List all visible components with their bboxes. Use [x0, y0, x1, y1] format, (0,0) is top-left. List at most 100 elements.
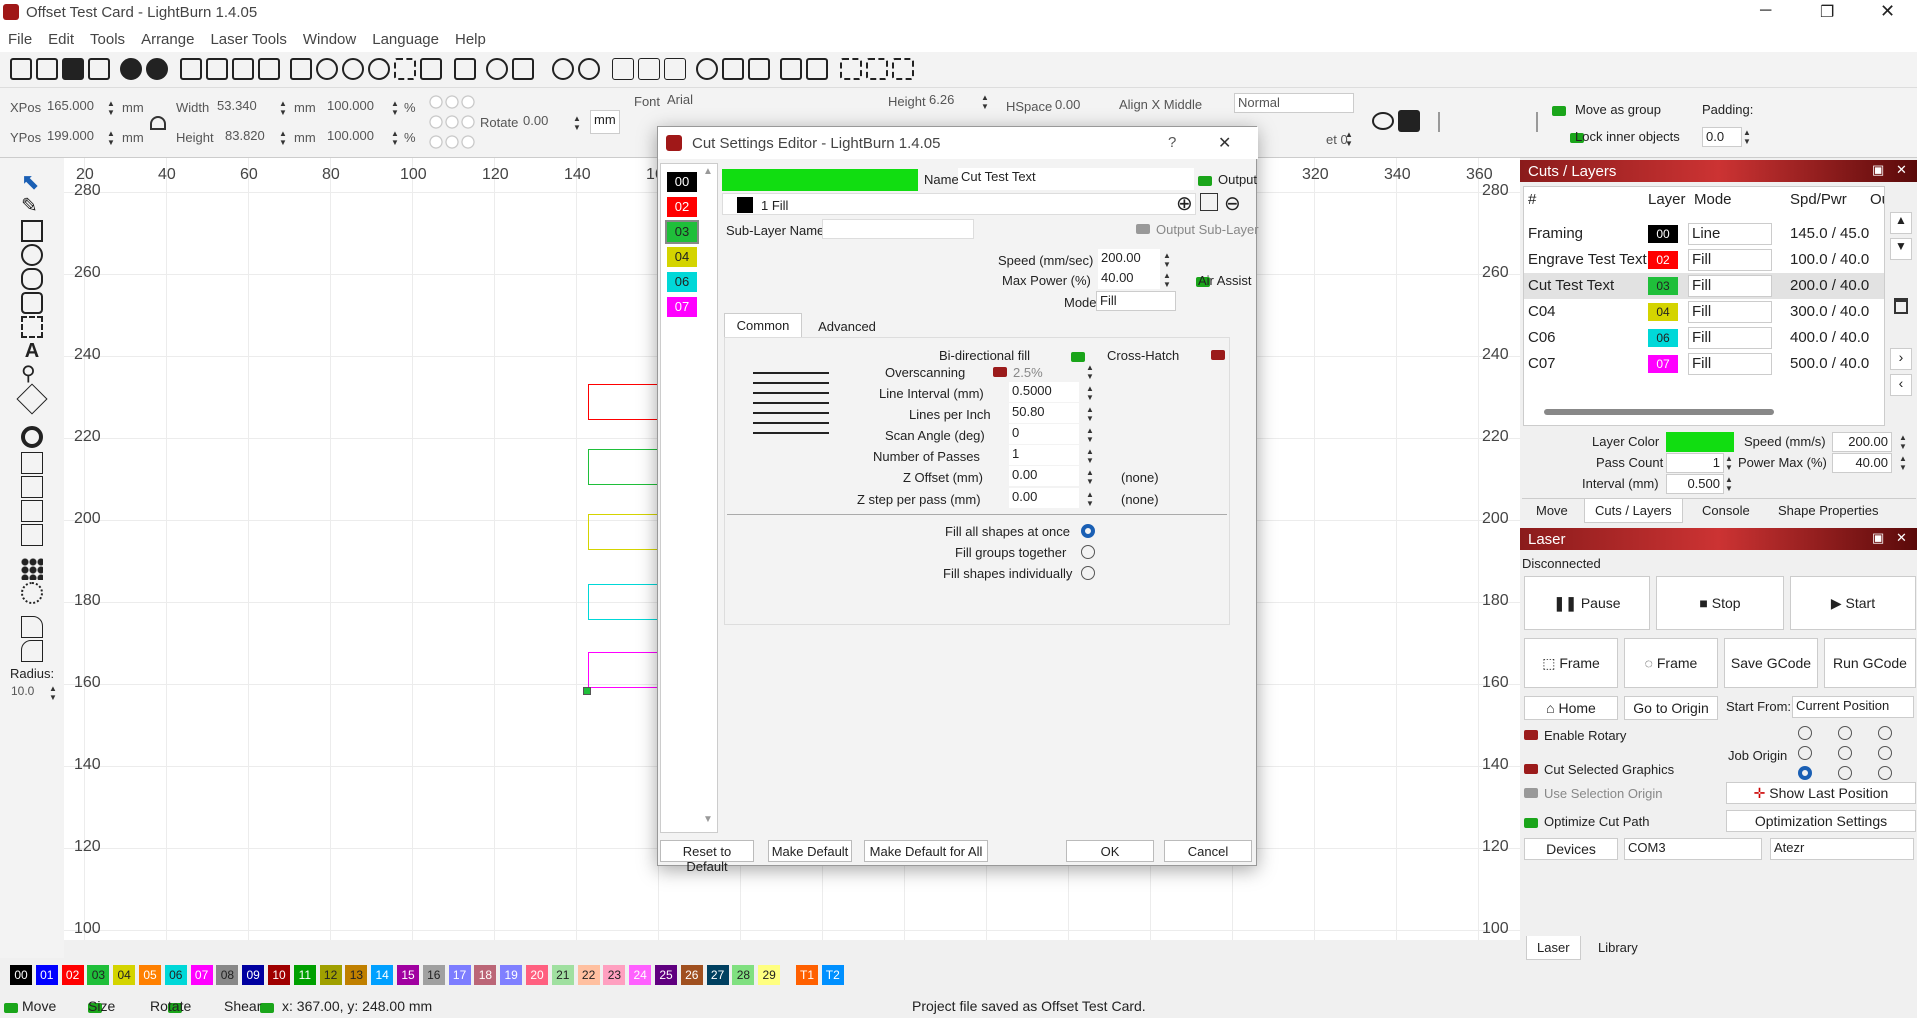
- circular-array-icon[interactable]: [21, 582, 43, 604]
- font-select[interactable]: Arial: [664, 91, 884, 108]
- minimize-button[interactable]: ─: [1760, 2, 1771, 20]
- radius-spinner[interactable]: ▲ ▼: [48, 684, 58, 702]
- z-step-spinner[interactable]: ▲ ▼: [1085, 490, 1095, 508]
- menu-tools[interactable]: Tools: [82, 26, 133, 48]
- job-origin-bc[interactable]: [1838, 766, 1852, 780]
- dialog-layer-02[interactable]: 02: [667, 197, 697, 217]
- output-toggle[interactable]: [1198, 176, 1212, 186]
- palette-chip-07[interactable]: 07: [190, 965, 213, 985]
- save-gcode-button[interactable]: Save GCode: [1724, 638, 1818, 688]
- palette-chip-27[interactable]: 27: [706, 965, 729, 985]
- laser-close-icon[interactable]: ✕: [1896, 530, 1907, 546]
- palette-chip-22[interactable]: 22: [577, 965, 600, 985]
- palette-chip-25[interactable]: 25: [655, 965, 677, 985]
- palette-chip-28[interactable]: 28: [732, 965, 755, 985]
- ungroup-icon[interactable]: [578, 58, 600, 80]
- palette-chip-29[interactable]: 29: [758, 965, 781, 985]
- palette-chip-08[interactable]: 08: [216, 965, 239, 985]
- add-sublayer-icon[interactable]: ⊕: [1176, 191, 1193, 216]
- tools-icon[interactable]: [512, 58, 534, 80]
- boolean-subtract-icon[interactable]: [21, 500, 43, 522]
- align-top-icon[interactable]: [780, 58, 802, 80]
- job-origin-tl[interactable]: [1798, 726, 1812, 740]
- font-style-select[interactable]: Normal: [1234, 93, 1354, 113]
- palette-chip-12[interactable]: 12: [319, 965, 342, 985]
- text-tool-icon[interactable]: A: [21, 340, 43, 362]
- align-tools-icons[interactable]: [1438, 112, 1538, 132]
- delete-icon[interactable]: [258, 58, 280, 80]
- zoom-in-icon[interactable]: [316, 58, 338, 80]
- palette-chip-24[interactable]: 24: [629, 965, 652, 985]
- boolean-union-icon[interactable]: [21, 476, 43, 498]
- scan-angle-spinner[interactable]: ▲ ▼: [1085, 426, 1095, 444]
- make-default-all-button[interactable]: Make Default for All: [864, 840, 988, 862]
- zoom-out-icon[interactable]: [342, 58, 364, 80]
- dialog-layer-06[interactable]: 06: [667, 272, 697, 292]
- move-as-group-toggle[interactable]: [1552, 106, 1566, 116]
- ypos-field[interactable]: 199.000: [44, 127, 100, 144]
- pass-count-field[interactable]: 1: [1666, 453, 1724, 473]
- copy-icon[interactable]: [206, 58, 228, 80]
- cut-row-mode[interactable]: Fill: [1688, 249, 1772, 271]
- maximize-button[interactable]: ❐: [1820, 2, 1834, 22]
- remove-sublayer-icon[interactable]: ⊖: [1224, 191, 1241, 216]
- close-window-button[interactable]: ✕: [1880, 1, 1895, 22]
- palette-chip-23[interactable]: 23: [603, 965, 626, 985]
- menu-edit[interactable]: Edit: [40, 26, 82, 48]
- bidirectional-toggle[interactable]: [1071, 352, 1085, 362]
- expand-right-icon[interactable]: ›: [1890, 348, 1912, 370]
- distribute-h-icon[interactable]: [840, 58, 862, 80]
- power-max-spinner[interactable]: ▲ ▼: [1898, 454, 1908, 472]
- sublayer-name-field[interactable]: [822, 219, 974, 239]
- cut-row[interactable]: C07 07 Fill 500.0 / 40.0: [1524, 351, 1884, 377]
- width-field[interactable]: 53.340: [214, 97, 270, 114]
- z-offset-field[interactable]: 0.00: [1009, 466, 1079, 486]
- width-percent-field[interactable]: 100.000: [324, 97, 388, 114]
- new-file-icon[interactable]: [10, 58, 32, 80]
- devices-button[interactable]: Devices: [1524, 838, 1618, 860]
- overscan-toggle[interactable]: [993, 367, 1007, 377]
- run-gcode-button[interactable]: Run GCode: [1824, 638, 1916, 688]
- trash-icon[interactable]: [1894, 298, 1908, 314]
- dialog-layer-04[interactable]: 04: [667, 247, 697, 267]
- line-interval-field[interactable]: 0.5000: [1009, 382, 1079, 402]
- mode-select[interactable]: Fill: [1096, 291, 1176, 311]
- cut-row[interactable]: C06 06 Fill 400.0 / 40.0: [1524, 325, 1884, 351]
- tab-advanced[interactable]: Advanced: [808, 315, 886, 337]
- padding-field[interactable]: 0.0: [1702, 127, 1742, 147]
- cut-row-mode[interactable]: Fill: [1688, 301, 1772, 323]
- height-percent-field[interactable]: 100.000: [324, 127, 388, 144]
- job-origin-grid[interactable]: [1798, 726, 1908, 786]
- palette-chip-14[interactable]: 14: [371, 965, 394, 985]
- settings-gear-icon[interactable]: [486, 58, 508, 80]
- zoom-selection-icon[interactable]: [394, 58, 416, 80]
- menu-file[interactable]: File: [0, 26, 40, 48]
- palette-chip-01[interactable]: 01: [35, 965, 58, 985]
- use-selection-origin-toggle[interactable]: [1524, 788, 1538, 798]
- tab-laser[interactable]: Laser: [1526, 936, 1581, 960]
- align-x-select[interactable]: Align X Middle: [1116, 96, 1236, 113]
- job-origin-tr[interactable]: [1878, 726, 1892, 740]
- print-icon[interactable]: [1398, 110, 1420, 132]
- dialog-layer-00[interactable]: 00: [667, 172, 697, 192]
- speed-spinner[interactable]: ▲ ▼: [1162, 251, 1172, 269]
- select-arrow-icon[interactable]: ⬉: [21, 171, 43, 194]
- palette-chip-17[interactable]: 17: [448, 965, 471, 985]
- show-last-position-button[interactable]: ✛ Show Last Position: [1726, 782, 1916, 804]
- move-layer-up-icon[interactable]: ▲: [1890, 212, 1912, 234]
- align-right-icon[interactable]: [748, 58, 770, 80]
- job-origin-bl[interactable]: [1798, 766, 1812, 780]
- menu-language[interactable]: Language: [364, 26, 447, 48]
- group-icon[interactable]: [552, 58, 574, 80]
- cuts-speed-field[interactable]: 200.00: [1832, 432, 1892, 452]
- job-origin-mr[interactable]: [1878, 746, 1892, 760]
- layer-list-scroll-up[interactable]: ▲: [703, 166, 713, 177]
- z-offset-spinner[interactable]: ▲ ▼: [1085, 468, 1095, 486]
- palette-chip-11[interactable]: 11: [293, 965, 316, 985]
- send-icon[interactable]: [664, 58, 686, 80]
- palette-chip-13[interactable]: 13: [345, 965, 368, 985]
- scan-angle-field[interactable]: 0: [1009, 424, 1079, 444]
- layer-name-field[interactable]: Cut Test Text: [958, 168, 1194, 190]
- weld-icon[interactable]: [21, 452, 43, 474]
- origin-grid-icon[interactable]: [428, 92, 476, 152]
